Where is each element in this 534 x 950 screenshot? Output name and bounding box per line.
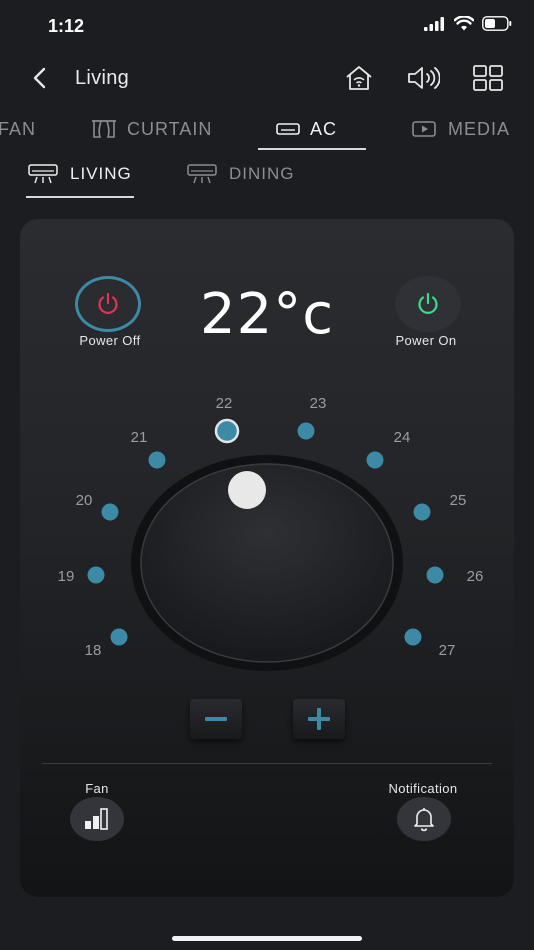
plus-icon [308, 708, 330, 730]
home-indicator [172, 936, 362, 941]
temp-dot-24[interactable] [366, 451, 384, 469]
temp-dot-23[interactable] [297, 422, 315, 440]
temp-dot-21[interactable] [148, 451, 166, 469]
dial-handle[interactable] [228, 471, 266, 509]
temp-label-24: 24 [394, 429, 411, 446]
temp-label-20: 20 [76, 492, 93, 509]
temp-dot-26[interactable] [426, 566, 444, 584]
notification-label: Notification [388, 781, 458, 796]
fan-label: Fan [85, 781, 109, 796]
decrease-temp-button[interactable] [190, 699, 242, 739]
temp-dot-25[interactable] [413, 503, 431, 521]
temp-label-26: 26 [467, 568, 484, 585]
temp-label-23: 23 [310, 395, 327, 412]
dial-knob[interactable] [140, 463, 394, 663]
fan-speed-icon [85, 808, 108, 830]
temp-label-21: 21 [131, 429, 148, 446]
divider [42, 763, 492, 764]
bell-icon [414, 808, 434, 832]
fan-button[interactable] [70, 797, 124, 841]
temp-dot-27[interactable] [404, 628, 422, 646]
temp-dot-22[interactable] [214, 418, 240, 444]
temp-label-22: 22 [216, 395, 233, 412]
increase-temp-button[interactable] [293, 699, 345, 739]
temp-label-27: 27 [439, 642, 456, 659]
temp-label-25: 25 [450, 492, 467, 509]
temp-dot-19[interactable] [87, 566, 105, 584]
temp-label-19: 19 [58, 568, 75, 585]
temp-label-18: 18 [85, 642, 102, 659]
temp-dot-18[interactable] [110, 628, 128, 646]
minus-icon [205, 717, 227, 721]
notification-button[interactable] [397, 797, 451, 841]
temp-dot-20[interactable] [101, 503, 119, 521]
